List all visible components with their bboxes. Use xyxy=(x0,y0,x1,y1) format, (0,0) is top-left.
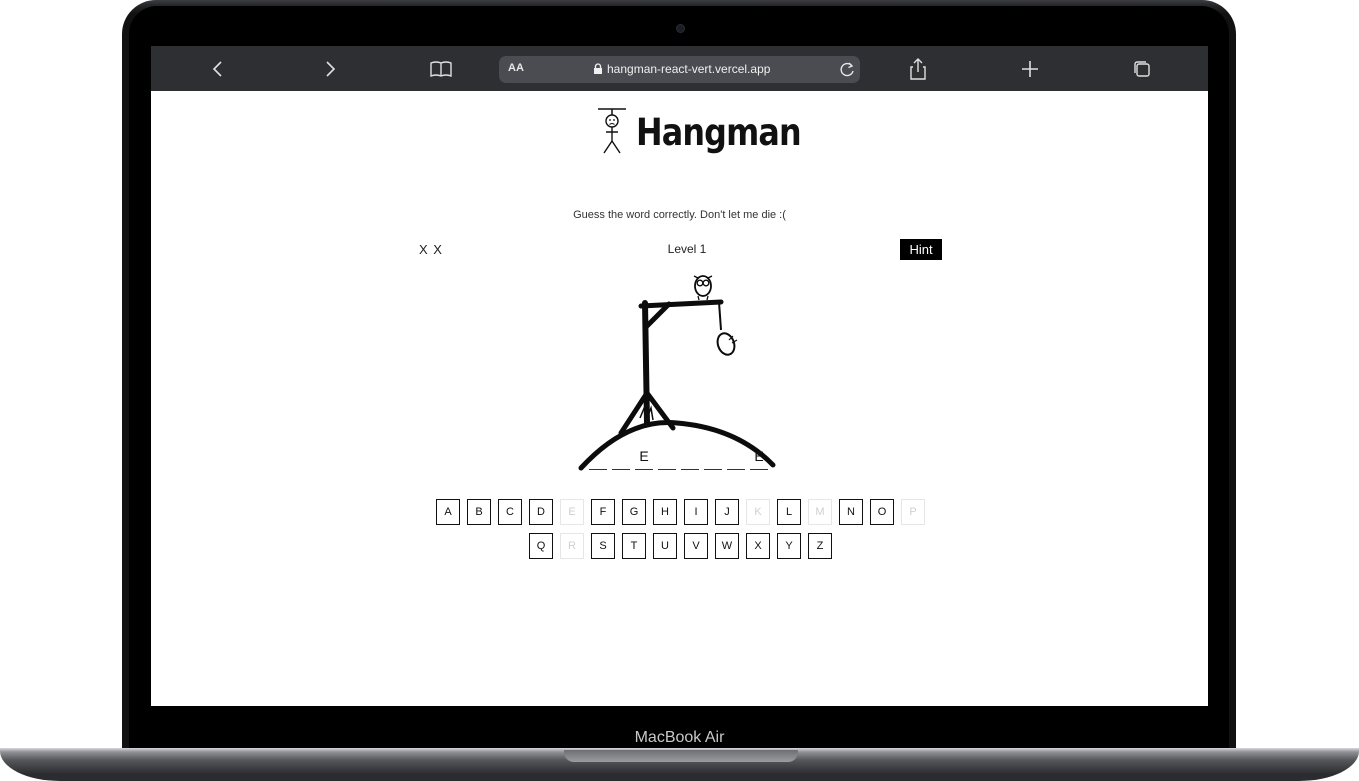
keyboard-row-1: ABCDEFGHIJKLMNOP xyxy=(419,499,942,525)
laptop-hinge-notch xyxy=(564,750,798,762)
letter-key-d[interactable]: D xyxy=(529,499,553,525)
hangman-page: Hangman Guess the word correctly. Don't … xyxy=(151,91,1208,706)
letter-key-f[interactable]: F xyxy=(591,499,615,525)
page-title: Hangman xyxy=(636,111,802,154)
share-icon[interactable] xyxy=(904,55,932,83)
level-indicator: Level 1 xyxy=(667,242,707,256)
letter-slot xyxy=(727,447,745,470)
letter-key-y[interactable]: Y xyxy=(777,533,801,559)
letter-key-p: P xyxy=(901,499,925,525)
word-display: E E xyxy=(589,447,769,475)
status-bar: X X Level 1 Hint xyxy=(419,239,942,262)
letter-key-k: K xyxy=(746,499,770,525)
letter-slot xyxy=(612,447,630,470)
letter-key-n[interactable]: N xyxy=(839,499,863,525)
letter-key-m: M xyxy=(808,499,832,525)
new-tab-icon[interactable] xyxy=(1016,55,1044,83)
hint-button[interactable]: Hint xyxy=(900,239,942,260)
forward-icon[interactable] xyxy=(316,55,344,83)
letter-key-w[interactable]: W xyxy=(715,533,739,559)
letter-slot xyxy=(658,447,676,470)
lives-indicator: X X xyxy=(419,242,443,257)
letter-slot xyxy=(704,447,722,470)
back-icon[interactable] xyxy=(204,55,232,83)
letter-key-v[interactable]: V xyxy=(684,533,708,559)
letter-key-x[interactable]: X xyxy=(746,533,770,559)
letter-slot: E xyxy=(750,447,768,470)
tabs-overview-icon[interactable] xyxy=(1128,55,1156,83)
letter-slot xyxy=(681,447,699,470)
keyboard-row-2: QRSTUVWXYZ xyxy=(419,533,942,559)
letter-key-z[interactable]: Z xyxy=(808,533,832,559)
letter-key-o[interactable]: O xyxy=(870,499,894,525)
letter-slot xyxy=(589,447,607,470)
reload-icon[interactable] xyxy=(839,61,856,78)
url-text: hangman-react-vert.vercel.app xyxy=(607,62,771,76)
lock-icon xyxy=(594,63,602,74)
letter-keyboard: ABCDEFGHIJKLMNOP QRSTUVWXYZ xyxy=(419,499,942,567)
app-header: Hangman xyxy=(596,105,802,157)
letter-key-a[interactable]: A xyxy=(436,499,460,525)
letter-key-q[interactable]: Q xyxy=(529,533,553,559)
letter-key-j[interactable]: J xyxy=(715,499,739,525)
bookmarks-icon[interactable] xyxy=(427,55,455,83)
letter-key-b[interactable]: B xyxy=(467,499,491,525)
letter-key-l[interactable]: L xyxy=(777,499,801,525)
letter-key-r: R xyxy=(560,533,584,559)
letter-key-e: E xyxy=(560,499,584,525)
hangman-logo-icon xyxy=(598,108,626,154)
letter-key-g[interactable]: G xyxy=(622,499,646,525)
camera-icon xyxy=(676,24,685,33)
letter-key-t[interactable]: T xyxy=(622,533,646,559)
model-label: MacBook Air xyxy=(634,729,725,746)
address-bar[interactable]: AA hangman-react-vert.vercel.app xyxy=(499,56,860,83)
letter-key-i[interactable]: I xyxy=(684,499,708,525)
letter-key-s[interactable]: S xyxy=(591,533,615,559)
browser-screen: AA hangman-react-vert.vercel.app Hangman xyxy=(151,46,1208,706)
letter-key-u[interactable]: U xyxy=(653,533,677,559)
letter-slot: E xyxy=(635,447,653,470)
letter-key-h[interactable]: H xyxy=(653,499,677,525)
safari-toolbar: AA hangman-react-vert.vercel.app xyxy=(151,46,1208,91)
letter-key-c[interactable]: C xyxy=(498,499,522,525)
page-subtitle: Guess the word correctly. Don't let me d… xyxy=(573,209,786,221)
reader-aa-button[interactable]: AA xyxy=(508,62,524,74)
